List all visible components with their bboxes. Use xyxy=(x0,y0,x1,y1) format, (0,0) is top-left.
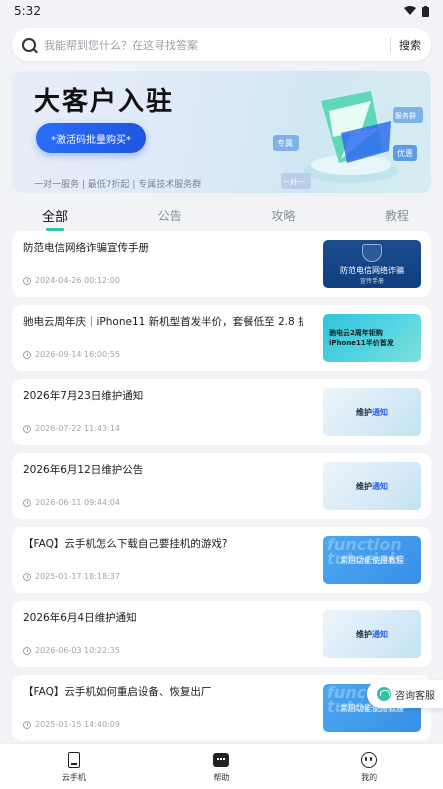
nav-label: 我的 xyxy=(361,772,378,782)
article-card[interactable]: 【FAQ】云手机怎么下载自己要挂机的游戏? 2025-01-17 18:18:3… xyxy=(12,527,431,593)
category-tabs: 全部 公告 攻略 教程 xyxy=(0,201,443,231)
article-title: 【FAQ】云手机怎么下载自己要挂机的游戏? xyxy=(23,538,228,550)
nav-label: 云手机 xyxy=(61,772,86,782)
tab-guide[interactable]: 攻略 xyxy=(271,207,295,224)
tab-announcement[interactable]: 公告 xyxy=(158,207,182,224)
clock-icon xyxy=(23,720,31,729)
article-card[interactable]: 2026年7月23日维护通知 2026-07-22 11:43:14 维护 通知 xyxy=(12,379,431,445)
article-time: 2026-07-22 11:43:14 xyxy=(23,424,120,433)
article-thumbnail: 维护 通知 xyxy=(323,610,421,658)
banner-tag-3: 优惠 xyxy=(397,148,413,158)
article-time: 2025-01-15 14:40:09 xyxy=(23,720,120,729)
article-card[interactable]: 【FAQ】云手机如何重启设备、恢复出厂 2025-01-15 14:40:09 … xyxy=(12,675,431,741)
article-title: 防范电信网络诈骗宣传手册 xyxy=(23,242,149,254)
article-title: 【FAQ】云手机如何重启设备、恢复出厂 xyxy=(23,686,212,698)
profile-icon xyxy=(361,751,378,768)
article-list: 防范电信网络诈骗宣传手册 2024-04-26 00:12:00 防范电信网络诈… xyxy=(0,231,443,741)
battery-icon xyxy=(422,5,429,17)
wifi-icon xyxy=(404,6,416,15)
phone-icon xyxy=(67,751,80,768)
nav-item-profile[interactable]: 我的 xyxy=(339,751,399,783)
clock-icon xyxy=(23,350,31,359)
article-time: 2025-01-17 18:18:37 xyxy=(23,572,120,581)
headset-icon xyxy=(377,687,391,701)
search-input[interactable]: 我能帮到您什么？在这寻找答案 xyxy=(44,37,382,53)
tab-all[interactable]: 全部 xyxy=(42,206,68,231)
article-thumbnail: function tutorials 常用功能使用教程 xyxy=(323,536,421,584)
tab-tutorial[interactable]: 教程 xyxy=(385,207,409,224)
banner-tag-4: 一对一 xyxy=(283,177,304,186)
search-divider xyxy=(390,36,391,53)
customer-service-button[interactable]: 咨询客服 xyxy=(367,680,443,708)
article-title: 2026年6月12日维护公告 xyxy=(23,464,144,476)
clock-icon xyxy=(23,276,31,285)
status-bar: 5:32 xyxy=(0,0,443,22)
article-card[interactable]: 防范电信网络诈骗宣传手册 2024-04-26 00:12:00 防范电信网络诈… xyxy=(12,231,431,297)
article-thumbnail: 驰电云2周年钜购 iPhone11半价首发 xyxy=(323,314,421,362)
article-card[interactable]: 驰电云周年庆｜iPhone11 新机型首发半价，套餐低至 2.8 折！ 2026… xyxy=(12,305,431,371)
promo-banner[interactable]: 大客户入驻 *激活码批量购买* 一对一服务 | 最低7折起 | 专属技术服务群 … xyxy=(12,71,431,193)
article-title: 驰电云周年庆｜iPhone11 新机型首发半价，套餐低至 2.8 折！ xyxy=(23,316,303,328)
banner-illustration: 专属 服务群 优惠 一对一 xyxy=(273,91,423,189)
clock-icon xyxy=(23,424,31,433)
article-time: 2026-09-14 16:00:55 xyxy=(23,350,120,359)
article-card[interactable]: 2026年6月12日维护公告 2026-06-11 09:44:04 维护 通知 xyxy=(12,453,431,519)
article-time: 2026-06-03 10:22:35 xyxy=(23,646,120,655)
banner-title: 大客户入驻 xyxy=(34,87,175,117)
banner-cta-button[interactable]: *激活码批量购买* xyxy=(36,123,146,153)
banner-subtitle: 一对一服务 | 最低7折起 | 专属技术服务群 xyxy=(34,180,202,190)
bottom-nav: 云手机 帮助 我的 xyxy=(0,743,443,789)
article-title: 2026年7月23日维护通知 xyxy=(23,390,144,402)
nav-item-cloud-phone[interactable]: 云手机 xyxy=(44,751,104,783)
help-icon xyxy=(213,752,230,767)
status-icons xyxy=(404,5,429,17)
nav-label: 帮助 xyxy=(213,772,230,782)
police-badge-icon xyxy=(362,243,382,262)
customer-service-label: 咨询客服 xyxy=(395,690,435,702)
clock-icon xyxy=(23,572,31,581)
search-icon xyxy=(22,37,36,52)
clock-icon xyxy=(23,646,31,655)
search-button[interactable]: 搜索 xyxy=(399,37,421,53)
search-bar[interactable]: 我能帮到您什么？在这寻找答案 搜索 xyxy=(12,28,431,61)
article-thumbnail: 维护 通知 xyxy=(323,388,421,436)
article-time: 2026-06-11 09:44:04 xyxy=(23,498,120,507)
clock-icon xyxy=(23,498,31,507)
article-title: 2026年6月4日维护通知 xyxy=(23,612,137,624)
article-thumbnail: 防范电信网络诈骗 宣传手册 xyxy=(323,240,421,288)
banner-tag-2: 服务群 xyxy=(395,111,416,120)
article-thumbnail: 维护 通知 xyxy=(323,462,421,510)
article-time: 2024-04-26 00:12:00 xyxy=(23,276,120,285)
banner-tag-1: 专属 xyxy=(277,138,293,148)
status-time: 5:32 xyxy=(14,4,41,18)
article-card[interactable]: 2026年6月4日维护通知 2026-06-03 10:22:35 维护 通知 xyxy=(12,601,431,667)
nav-item-help[interactable]: 帮助 xyxy=(191,751,251,783)
